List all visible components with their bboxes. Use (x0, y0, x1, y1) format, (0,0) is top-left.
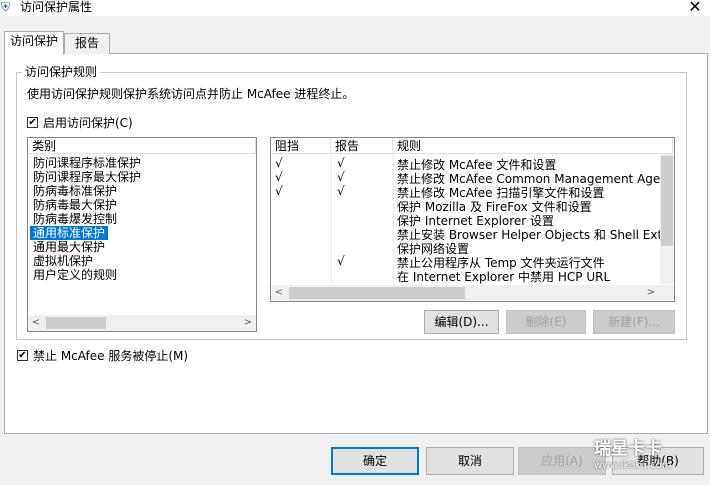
check-icon: ✔ (18, 350, 27, 361)
category-header[interactable]: 类别 (28, 138, 256, 154)
scroll-left-icon[interactable]: < (271, 285, 287, 301)
check-icon: ✔ (28, 117, 37, 128)
scroll-right-icon[interactable]: > (240, 315, 256, 331)
column-divider (393, 154, 394, 284)
stop-service-label: 禁止 McAfee 服务被停止(M) (33, 349, 189, 363)
block-column-header[interactable]: 阻挡 (271, 138, 331, 154)
watermark-logo: 瑞星卡卡 (594, 439, 662, 459)
list-item[interactable]: 防病毒爆发控制 (30, 212, 254, 226)
column-divider (331, 154, 332, 284)
table-row[interactable]: 保护网络设置 (271, 240, 661, 256)
table-row[interactable]: 禁止安装 Browser Helper Objects 和 Shell Exte… (271, 226, 661, 242)
new-rule-button[interactable]: 新建(F)... (593, 310, 675, 334)
category-list[interactable]: 类别 防问课程序标准保护 防问课程序最大保护 防病毒标准保护 防病毒最大保护 防… (27, 137, 257, 332)
table-row[interactable]: √ √ 禁止修改 McAfee Common Management Agent … (271, 170, 661, 186)
rules-vscrollbar[interactable] (660, 154, 674, 284)
group-description: 使用访问保护规则保护系统访问点并防止 McAfee 进程终止。 (27, 87, 355, 101)
scroll-right-icon[interactable]: > (643, 285, 659, 301)
enable-protection-label: 启用访问保护(C) (43, 116, 133, 130)
rule-column-header[interactable]: 规则 (393, 138, 673, 154)
edit-rule-button[interactable]: 编辑(D)... (424, 310, 499, 334)
stop-service-checkbox[interactable]: ✔ (17, 350, 28, 361)
list-item[interactable]: 虚拟机保护 (30, 254, 254, 268)
rules-rows: √ √ 禁止修改 McAfee 文件和设置 √ √ 禁止修改 McAfee Co… (271, 156, 661, 284)
report-cell: √ (337, 170, 345, 184)
report-column-header[interactable]: 报告 (331, 138, 393, 154)
table-row[interactable]: √ 禁止公用程序从 Temp 文件夹运行文件 (271, 254, 661, 270)
table-row[interactable]: 保护 Mozilla 及 FireFox 文件和设置 (271, 198, 661, 214)
block-cell: √ (275, 184, 283, 198)
rules-hscrollbar[interactable]: < > (271, 285, 674, 301)
table-row[interactable]: 保护 Internet Explorer 设置 (271, 212, 661, 228)
scroll-thumb[interactable] (46, 317, 106, 329)
window-title: 访问保护属性 (20, 0, 93, 14)
scroll-thumb[interactable] (289, 287, 465, 299)
tab-access-protection[interactable]: 访问保护 (4, 31, 64, 55)
report-cell: √ (337, 254, 345, 268)
delete-rule-button[interactable]: 删除(E) (506, 310, 586, 334)
table-row[interactable]: √ √ 禁止修改 McAfee 文件和设置 (271, 156, 661, 172)
report-cell: √ (337, 184, 345, 198)
ok-button[interactable]: 确定 (331, 447, 419, 475)
list-item-selected[interactable]: 通用标准保护 (30, 226, 109, 240)
list-item[interactable]: 用户定义的规则 (30, 268, 254, 282)
table-row[interactable]: 在 Internet Explorer 中禁用 HCP URL (271, 268, 661, 284)
table-row[interactable]: √ √ 禁止修改 McAfee 扫描引擎文件和设置 (271, 184, 661, 200)
list-item[interactable]: 防问课程序最大保护 (30, 170, 254, 184)
category-items: 防问课程序标准保护 防问课程序最大保护 防病毒标准保护 防病毒最大保护 防病毒爆… (30, 156, 254, 282)
list-item[interactable]: 防问课程序标准保护 (30, 156, 254, 170)
rules-list[interactable]: 阻挡 报告 规则 √ √ 禁止修改 McAfee 文件和设置 √ √ 禁止修改 … (270, 137, 675, 302)
list-item[interactable]: 通用最大保护 (30, 240, 254, 254)
list-item[interactable]: 防病毒标准保护 (30, 184, 254, 198)
block-cell: √ (275, 170, 283, 184)
list-item[interactable]: 防病毒最大保护 (30, 198, 254, 212)
block-cell: √ (275, 156, 283, 170)
close-icon[interactable]: ✕ (686, 0, 704, 16)
watermark-url: www.ikaka.com (594, 460, 672, 471)
enable-protection-checkbox[interactable]: ✔ (27, 117, 38, 128)
group-title: 访问保护规则 (22, 64, 101, 80)
tab-report[interactable]: 报告 (64, 33, 110, 54)
category-hscrollbar[interactable]: < > (28, 315, 256, 331)
title-bar: ⛨ 访问保护属性 ✕ (0, 0, 710, 16)
app-shield-icon: ⛨ (1, 0, 11, 14)
rule-cell: 在 Internet Explorer 中禁用 HCP URL (397, 270, 611, 284)
report-cell: √ (337, 156, 345, 170)
scroll-thumb[interactable] (661, 156, 673, 246)
apply-button[interactable]: 应用(A) (518, 447, 606, 475)
cancel-button[interactable]: 取消 (426, 447, 514, 475)
scroll-left-icon[interactable]: < (28, 315, 44, 331)
